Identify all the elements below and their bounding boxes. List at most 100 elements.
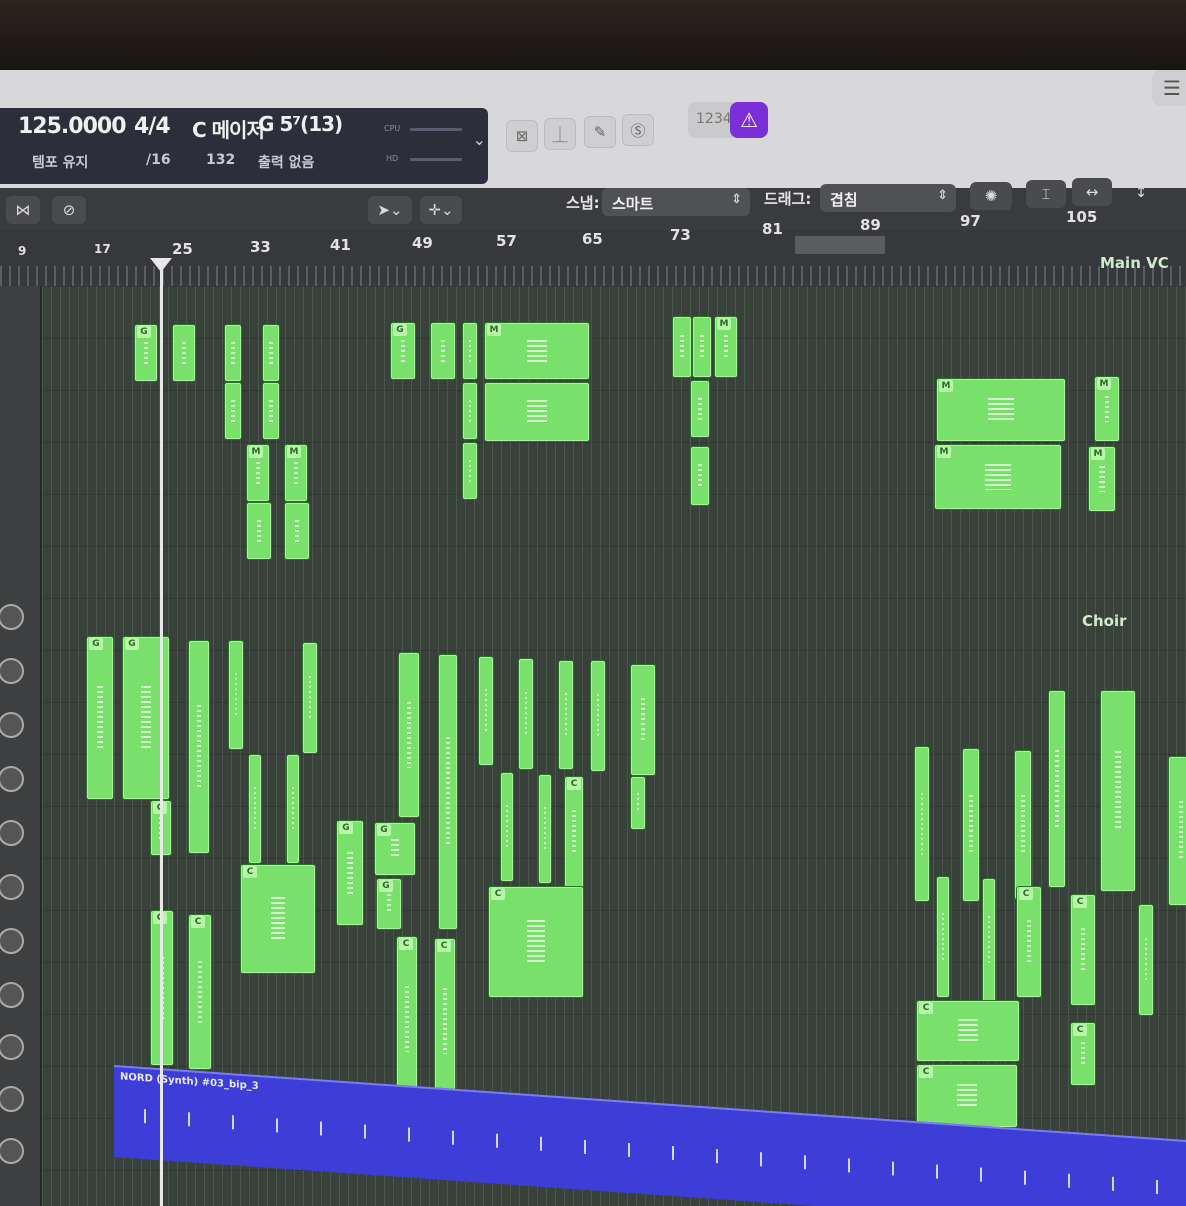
- midi-region[interactable]: [478, 656, 494, 766]
- midi-region[interactable]: [262, 382, 280, 440]
- midi-region[interactable]: M: [714, 316, 738, 378]
- midi-region[interactable]: [246, 502, 272, 560]
- midi-region[interactable]: [228, 640, 244, 750]
- midi-region[interactable]: [690, 446, 710, 506]
- midi-region[interactable]: C: [240, 864, 316, 974]
- midi-region[interactable]: C: [564, 776, 584, 888]
- midi-region[interactable]: [558, 660, 574, 770]
- track-knob[interactable]: [0, 1086, 24, 1112]
- midi-region[interactable]: C: [434, 938, 456, 1104]
- filter-icon[interactable]: ⊘: [52, 196, 86, 224]
- tempo-value[interactable]: 125.0000: [18, 114, 127, 139]
- count-in-value[interactable]: 1234: [696, 111, 732, 127]
- list-editors-icon[interactable]: ☰: [1152, 70, 1186, 106]
- midi-region[interactable]: C: [916, 1000, 1020, 1062]
- midi-region[interactable]: [500, 772, 514, 882]
- midi-region[interactable]: M: [936, 378, 1066, 442]
- midi-region[interactable]: [462, 382, 478, 440]
- lcd-chevron-icon[interactable]: ⌄: [473, 130, 486, 149]
- track-knob[interactable]: [0, 982, 24, 1008]
- midi-region[interactable]: [172, 324, 196, 382]
- midi-region[interactable]: [224, 382, 242, 440]
- midi-region[interactable]: [914, 746, 930, 902]
- tracks-area[interactable]: Main VC Choir G M M G M M M M M M G G C: [42, 254, 1186, 1206]
- secondary-tool-icon[interactable]: ✛⌄: [420, 196, 462, 224]
- midi-region[interactable]: [262, 324, 280, 382]
- track-knob[interactable]: [0, 604, 24, 630]
- midi-region[interactable]: [302, 642, 318, 754]
- midi-region[interactable]: [462, 322, 478, 380]
- midi-region[interactable]: [630, 776, 646, 830]
- midi-region[interactable]: [690, 380, 710, 438]
- solo-icon[interactable]: Ⓢ: [622, 114, 654, 146]
- midi-region[interactable]: [1168, 756, 1186, 906]
- midi-region[interactable]: [590, 660, 606, 772]
- signature-value[interactable]: 4/4: [134, 114, 171, 139]
- track-knob[interactable]: [0, 874, 24, 900]
- waveform-zoom-icon[interactable]: ✺: [970, 182, 1012, 210]
- midi-region[interactable]: G: [374, 822, 416, 876]
- midi-region[interactable]: C: [1070, 1022, 1096, 1086]
- midi-region[interactable]: [518, 658, 534, 770]
- midi-region[interactable]: [462, 442, 478, 500]
- snap-select[interactable]: 스마트 ⇕: [602, 188, 750, 216]
- bar-ruler[interactable]: 9 17 25 33 41 49 57 65 73 81 89 97 105: [0, 208, 1186, 286]
- track-knob[interactable]: [0, 928, 24, 954]
- cycle-region[interactable]: [795, 236, 885, 254]
- midi-region[interactable]: [398, 652, 420, 818]
- midi-region[interactable]: [1014, 750, 1032, 900]
- midi-region[interactable]: G: [376, 878, 402, 930]
- tuner-icon[interactable]: ✎: [584, 116, 616, 148]
- midi-region[interactable]: C: [1070, 894, 1096, 1006]
- key-value[interactable]: C 메이저: [192, 114, 265, 143]
- midi-region[interactable]: [430, 322, 456, 380]
- midi-region[interactable]: C: [396, 936, 418, 1102]
- midi-region[interactable]: C: [488, 886, 584, 998]
- midi-region[interactable]: [284, 502, 310, 560]
- midi-region[interactable]: M: [284, 444, 308, 502]
- track-knob[interactable]: [0, 658, 24, 684]
- midi-region[interactable]: [692, 316, 712, 378]
- midi-region[interactable]: G: [336, 820, 364, 926]
- midi-region[interactable]: [1100, 690, 1136, 892]
- track-knob[interactable]: [0, 1138, 24, 1164]
- midi-region[interactable]: G: [86, 636, 114, 800]
- midi-region[interactable]: [286, 754, 300, 864]
- midi-region[interactable]: M: [484, 322, 590, 380]
- track-knob[interactable]: [0, 712, 24, 738]
- track-knob[interactable]: [0, 1034, 24, 1060]
- lcd-display[interactable]: 125.0000 템포 유지 4/4 /16 C 메이저 132 G 5⁷(13…: [0, 108, 488, 184]
- drag-select[interactable]: 겹침 ⇕: [820, 184, 956, 212]
- midi-region[interactable]: C: [1016, 886, 1042, 998]
- midi-region[interactable]: M: [934, 444, 1062, 510]
- midi-region[interactable]: [962, 748, 980, 902]
- track-knob[interactable]: [0, 820, 24, 846]
- midi-region[interactable]: [1138, 904, 1154, 1016]
- metronome-active-icon[interactable]: ⚠: [730, 102, 768, 138]
- midi-region[interactable]: C: [916, 1064, 1018, 1128]
- midi-region[interactable]: M: [1088, 446, 1116, 512]
- midi-region[interactable]: [982, 878, 996, 1002]
- vertical-arrows-icon[interactable]: ↕: [1126, 178, 1156, 206]
- midi-region[interactable]: [224, 324, 242, 382]
- midi-region[interactable]: C: [188, 914, 212, 1070]
- midi-region[interactable]: [188, 640, 210, 854]
- midi-region[interactable]: [248, 754, 262, 864]
- vertical-zoom-icon[interactable]: ⌶: [1026, 180, 1066, 208]
- horizontal-zoom-icon[interactable]: ↔: [1072, 178, 1112, 206]
- midi-region[interactable]: [672, 316, 692, 378]
- midi-region[interactable]: M: [1094, 376, 1120, 442]
- midi-region[interactable]: [630, 664, 656, 776]
- count-in-group[interactable]: 1234 ⚠: [688, 102, 768, 138]
- midi-region[interactable]: [538, 774, 552, 884]
- midi-region[interactable]: G: [390, 322, 416, 380]
- catch-icon[interactable]: ⋈: [6, 196, 40, 224]
- replace-mode-icon[interactable]: ⊠: [506, 120, 538, 152]
- midi-region[interactable]: [484, 382, 590, 442]
- division-value[interactable]: /16: [146, 152, 171, 168]
- playhead[interactable]: [160, 262, 163, 1206]
- metronome-icon[interactable]: ⏊: [544, 118, 576, 150]
- track-knob[interactable]: [0, 766, 24, 792]
- midi-region[interactable]: [1048, 690, 1066, 888]
- midi-region[interactable]: [936, 876, 950, 998]
